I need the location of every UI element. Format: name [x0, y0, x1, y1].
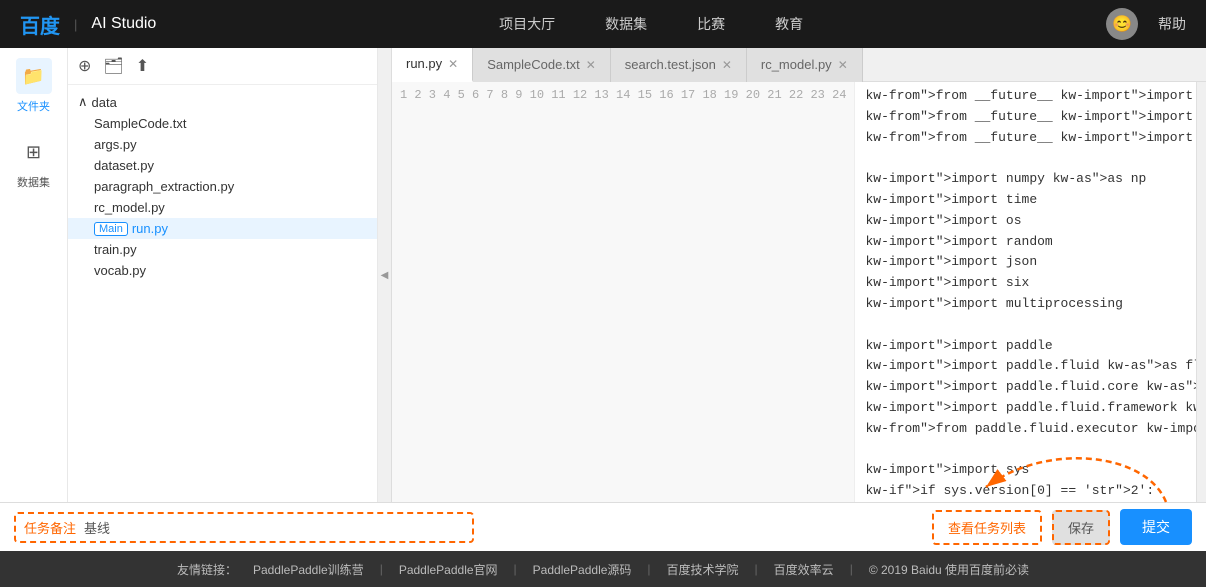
sidebar-files-label: 文件夹: [17, 98, 50, 114]
new-folder-button[interactable]: 🗂: [103, 56, 123, 76]
file-tree: ∧ data SampleCode.txt args.py dataset.py…: [68, 85, 377, 502]
nav-menu: 项目大厅 数据集 比赛 教育: [196, 14, 1106, 34]
top-navigation: 百度 | AI Studio 项目大厅 数据集 比赛 教育 😊 帮助: [0, 0, 1206, 48]
footer-link-baidutech[interactable]: 百度技术学院: [667, 561, 739, 578]
sidebar: 📁 文件夹 ⊞ 数据集: [0, 48, 68, 502]
nav-item-projects[interactable]: 项目大厅: [499, 14, 555, 34]
file-run[interactable]: Main run.py: [68, 218, 377, 239]
bottom-bar: 任务备注 基线 查看任务列表 保存 提交: [0, 502, 1206, 551]
upload-button[interactable]: ⬆: [136, 56, 149, 76]
task-note-label: 任务备注: [24, 518, 76, 537]
close-tab-samplecode[interactable]: ✕: [586, 58, 596, 72]
sidebar-files-icon[interactable]: 📁: [16, 58, 52, 94]
close-tab-search-test[interactable]: ✕: [722, 58, 732, 72]
editor-area: run.py ✕ SampleCode.txt ✕ search.test.js…: [392, 48, 1206, 502]
chevron-down-icon: ∧: [78, 94, 88, 110]
task-note-input[interactable]: [110, 520, 464, 535]
footer-label: 友情链接：: [177, 561, 237, 578]
close-tab-rc-model[interactable]: ✕: [838, 58, 848, 72]
footer-link-baiducloud[interactable]: 百度效率云: [774, 561, 834, 578]
line-numbers: 1 2 3 4 5 6 7 8 9 10 11 12 13 14 15 16 1…: [392, 82, 855, 502]
code-editor[interactable]: 1 2 3 4 5 6 7 8 9 10 11 12 13 14 15 16 1…: [392, 82, 1206, 502]
sidebar-dataset-label: 数据集: [17, 174, 50, 190]
file-args[interactable]: args.py: [68, 134, 377, 155]
tab-rc-model[interactable]: rc_model.py ✕: [747, 48, 863, 82]
file-dataset[interactable]: dataset.py: [68, 155, 377, 176]
submit-button[interactable]: 提交: [1120, 509, 1192, 545]
file-toolbar: ⊕ 🗂 ⬆: [68, 48, 377, 85]
footer-link-paddlesite[interactable]: PaddlePaddle官网: [399, 561, 498, 578]
footer-copyright: © 2019 Baidu 使用百度前必读: [869, 561, 1029, 578]
close-tab-run-py[interactable]: ✕: [448, 57, 458, 71]
nav-item-datasets[interactable]: 数据集: [605, 14, 647, 34]
panel-collapse-btn[interactable]: ◀: [378, 48, 392, 502]
help-link[interactable]: 帮助: [1158, 14, 1186, 34]
file-paragraph-extraction[interactable]: paragraph_extraction.py: [68, 176, 377, 197]
nav-right-area: 😊 帮助: [1106, 8, 1186, 40]
main-badge: Main: [94, 222, 128, 236]
nav-item-education[interactable]: 教育: [775, 14, 803, 34]
tab-search-test[interactable]: search.test.json ✕: [611, 48, 747, 82]
tab-bar: run.py ✕ SampleCode.txt ✕ search.test.js…: [392, 48, 1206, 82]
file-panel: ⊕ 🗂 ⬆ ∧ data SampleCode.txt args.py data…: [68, 48, 378, 502]
new-file-button[interactable]: ⊕: [78, 56, 91, 76]
tab-samplecode[interactable]: SampleCode.txt ✕: [473, 48, 611, 82]
tab-run-py[interactable]: run.py ✕: [392, 48, 473, 82]
logo: 百度 | AI Studio: [20, 10, 156, 39]
ai-studio-label: AI Studio: [91, 15, 156, 33]
folder-data[interactable]: ∧ data: [68, 91, 377, 113]
sidebar-dataset-icon[interactable]: ⊞: [16, 134, 52, 170]
task-list-button[interactable]: 查看任务列表: [932, 510, 1042, 545]
footer: 友情链接： PaddlePaddle训练营 | PaddlePaddle官网 |…: [0, 551, 1206, 587]
file-samplecode[interactable]: SampleCode.txt: [68, 113, 377, 134]
bottom-section: 任务备注 基线 查看任务列表 保存 提交: [0, 502, 1206, 551]
footer-link-paddlecamp[interactable]: PaddlePaddle训练营: [253, 561, 364, 578]
save-button[interactable]: 保存: [1052, 510, 1110, 545]
avatar[interactable]: 😊: [1106, 8, 1138, 40]
nav-item-competition[interactable]: 比赛: [697, 14, 725, 34]
collapse-arrow-icon: ◀: [381, 270, 389, 281]
file-train[interactable]: train.py: [68, 239, 377, 260]
file-rc-model[interactable]: rc_model.py: [68, 197, 377, 218]
baseline-label: 基线: [84, 518, 110, 537]
right-buttons: 查看任务列表 保存 提交: [932, 509, 1192, 545]
footer-link-paddlesrc[interactable]: PaddlePaddle源码: [533, 561, 632, 578]
main-layout: 📁 文件夹 ⊞ 数据集 ⊕ 🗂 ⬆ ∧ data SampleCode.txt …: [0, 48, 1206, 502]
baidu-icon: 百度: [20, 10, 60, 39]
code-content[interactable]: kw-from">from __future__ kw-import">impo…: [855, 82, 1196, 502]
vertical-scrollbar[interactable]: [1196, 82, 1206, 502]
file-vocab[interactable]: vocab.py: [68, 260, 377, 281]
